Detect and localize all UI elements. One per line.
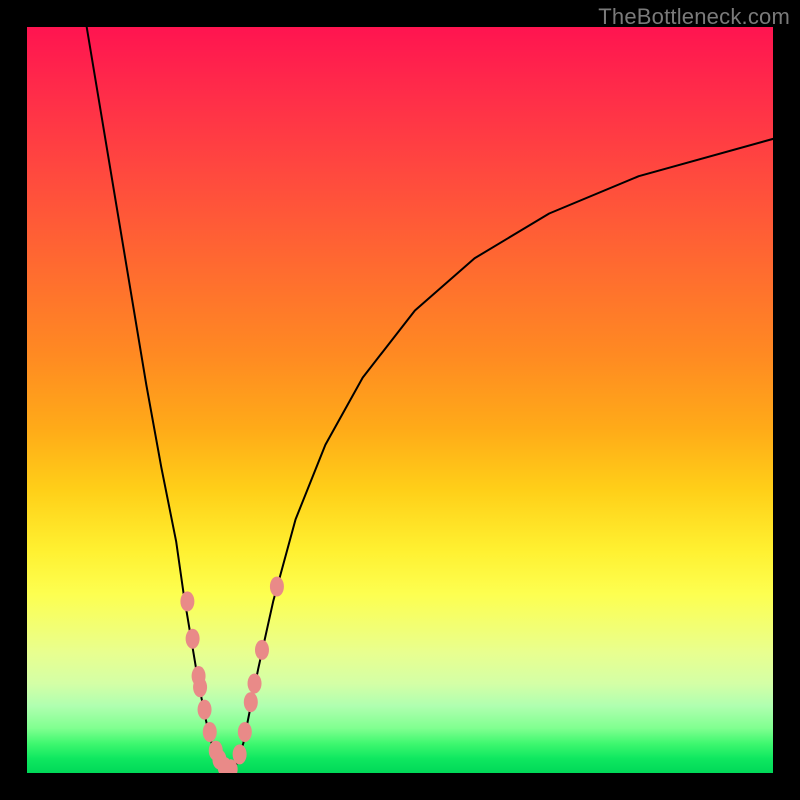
marker-point (255, 640, 269, 660)
curve-left-branch (87, 27, 229, 773)
chart-frame: TheBottleneck.com (0, 0, 800, 800)
watermark-text: TheBottleneck.com (598, 4, 790, 30)
curve-layer (27, 27, 773, 773)
plot-area (27, 27, 773, 773)
marker-point (238, 722, 252, 742)
marker-point (248, 673, 262, 693)
marker-point (233, 744, 247, 764)
curve-right-branch (228, 139, 773, 773)
marker-point (186, 629, 200, 649)
marker-point (244, 692, 258, 712)
marker-point (270, 577, 284, 597)
marker-point (198, 700, 212, 720)
marker-point (193, 677, 207, 697)
marker-point (180, 591, 194, 611)
marker-point (203, 722, 217, 742)
